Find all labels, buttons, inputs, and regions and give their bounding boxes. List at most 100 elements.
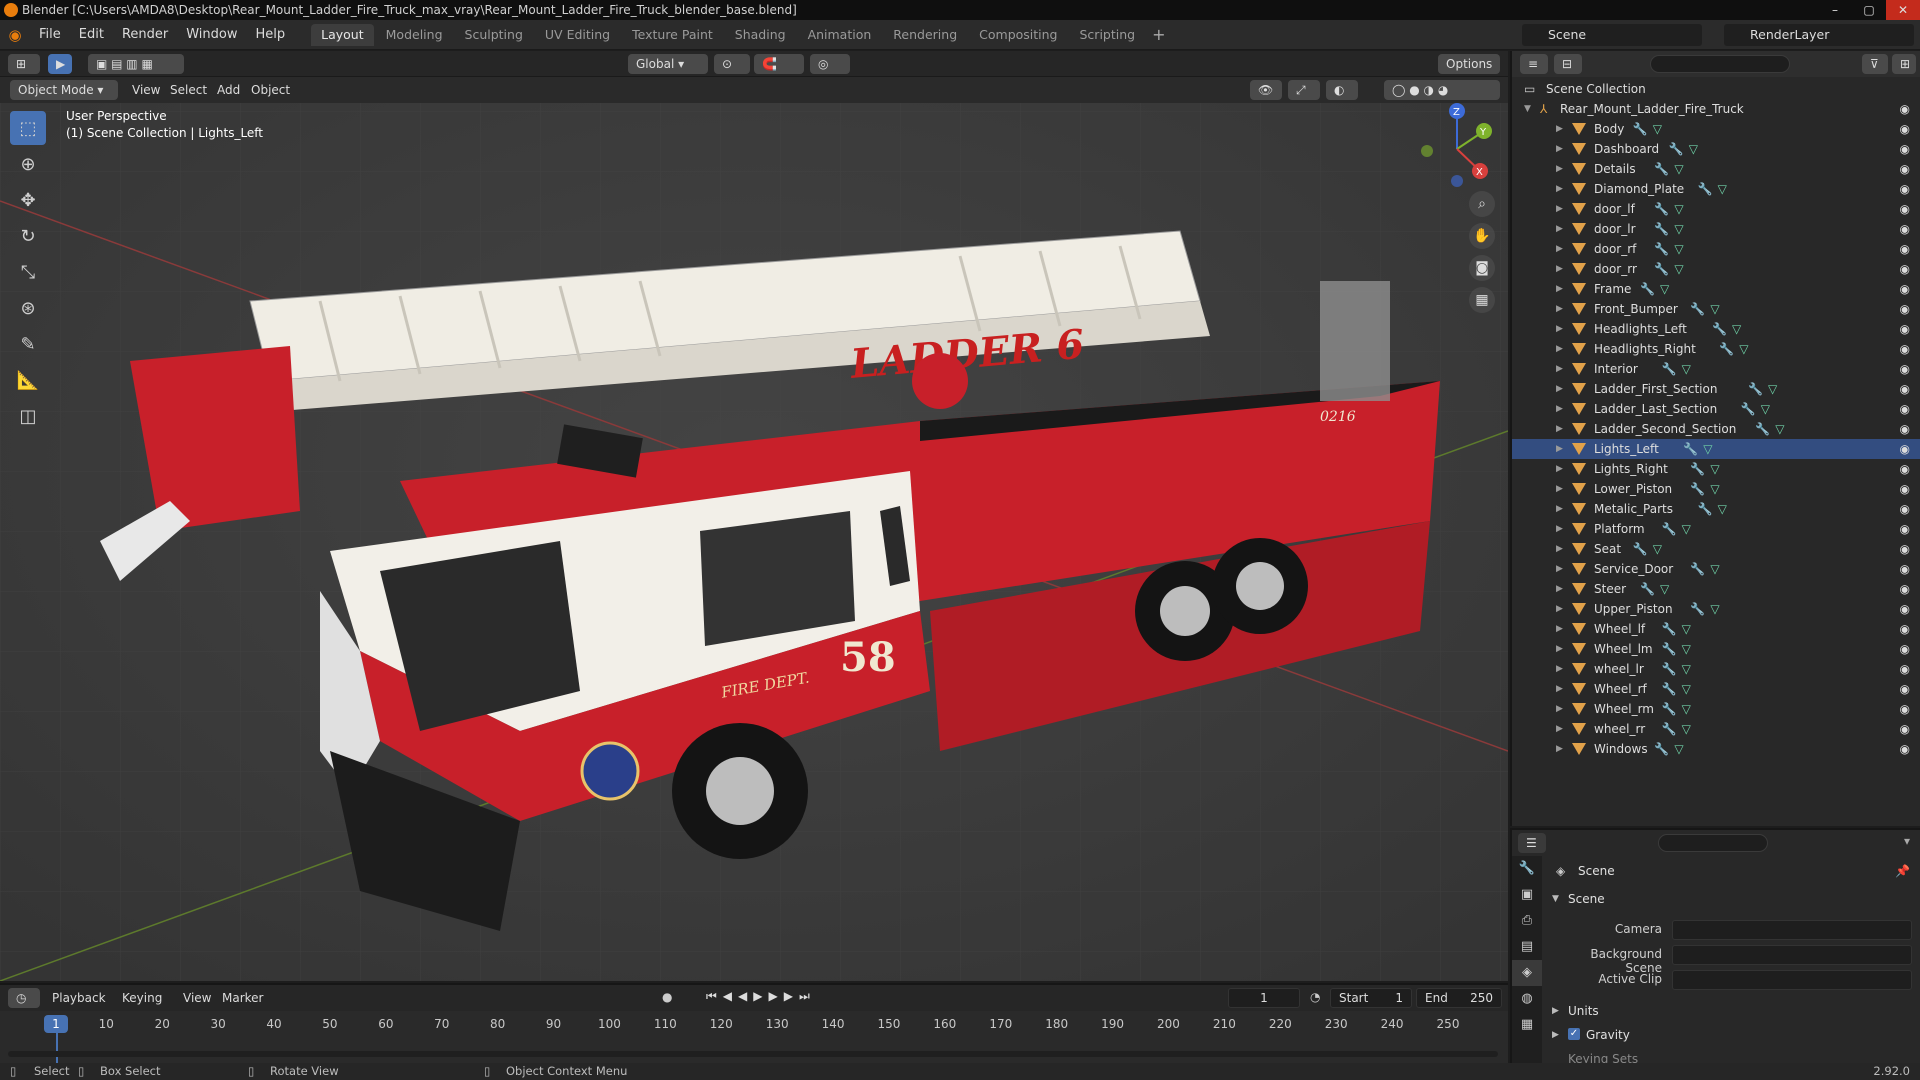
timeline-scrollbar[interactable]: [8, 1051, 1498, 1057]
outliner-row[interactable]: ▶ wheel_lr 🔧 ▽ ◉: [1512, 659, 1920, 679]
mesh-data-icon[interactable]: ▽: [1682, 719, 1691, 739]
visibility-eye-icon[interactable]: ◉: [1900, 159, 1910, 179]
zoom-icon[interactable]: ⌕: [1469, 191, 1495, 217]
modifier-wrench-icon[interactable]: 🔧: [1654, 159, 1669, 179]
camera-view-icon[interactable]: ◙: [1469, 255, 1495, 281]
outliner-row[interactable]: ▶ door_rf 🔧 ▽ ◉: [1512, 239, 1920, 259]
mesh-data-icon[interactable]: ▽: [1718, 499, 1727, 519]
expand-triangle-icon[interactable]: ▶: [1556, 499, 1563, 519]
close-button[interactable]: ✕: [1886, 0, 1920, 20]
modifier-wrench-icon[interactable]: 🔧: [1640, 579, 1655, 599]
visibility-eye-icon[interactable]: ◉: [1900, 99, 1910, 119]
tab-modeling[interactable]: Modeling: [376, 24, 453, 46]
tab-layout[interactable]: Layout: [311, 23, 374, 46]
modifier-wrench-icon[interactable]: 🔧: [1654, 239, 1669, 259]
menu-select[interactable]: Select: [170, 77, 207, 103]
mesh-data-icon[interactable]: ▽: [1710, 459, 1719, 479]
mesh-data-icon[interactable]: ▽: [1761, 399, 1770, 419]
outliner-row[interactable]: ▶ Dashboard 🔧 ▽ ◉: [1512, 139, 1920, 159]
gravity-checkbox[interactable]: ✓: [1568, 1028, 1580, 1040]
expand-triangle-icon[interactable]: ▶: [1556, 159, 1563, 179]
expand-triangle-icon[interactable]: ▶: [1556, 339, 1563, 359]
expand-triangle-icon[interactable]: ▶: [1556, 139, 1563, 159]
outliner-row[interactable]: ▶ Ladder_First_Section 🔧 ▽ ◉: [1512, 379, 1920, 399]
outliner-row[interactable]: ▶ Frame 🔧 ▽ ◉: [1512, 279, 1920, 299]
outliner-row[interactable]: ▶ door_lr 🔧 ▽ ◉: [1512, 219, 1920, 239]
mesh-data-icon[interactable]: ▽: [1653, 119, 1662, 139]
modifier-wrench-icon[interactable]: 🔧: [1640, 279, 1655, 299]
editor-type-icon[interactable]: ⊞: [8, 54, 40, 74]
outliner-row[interactable]: ▶ Front_Bumper 🔧 ▽ ◉: [1512, 299, 1920, 319]
mesh-data-icon[interactable]: ▽: [1775, 419, 1784, 439]
modifier-wrench-icon[interactable]: 🔧: [1662, 359, 1677, 379]
visibility-eye-icon[interactable]: ◉: [1900, 239, 1910, 259]
pan-hand-icon[interactable]: ✋: [1469, 223, 1495, 249]
outliner-row[interactable]: ▶ Body 🔧 ▽ ◉: [1512, 119, 1920, 139]
modifier-wrench-icon[interactable]: 🔧: [1662, 619, 1677, 639]
visibility-eye-icon[interactable]: ◉: [1900, 379, 1910, 399]
mesh-data-icon[interactable]: ▽: [1674, 199, 1683, 219]
add-workspace-button[interactable]: +: [1146, 25, 1171, 44]
visibility-eye-icon[interactable]: ◉: [1900, 259, 1910, 279]
modifier-wrench-icon[interactable]: 🔧: [1662, 659, 1677, 679]
expand-triangle-icon[interactable]: ▶: [1556, 119, 1563, 139]
visibility-eye-icon[interactable]: ◉: [1900, 439, 1910, 459]
mesh-data-icon[interactable]: ▽: [1674, 739, 1683, 759]
playback-controls[interactable]: ⏮◀◀▶▶▶⏭: [706, 989, 816, 1004]
background-scene-field[interactable]: [1672, 945, 1912, 965]
visibility-eye-icon[interactable]: ◉: [1900, 599, 1910, 619]
camera-field[interactable]: [1672, 920, 1912, 940]
measure-tool-icon[interactable]: 📐: [10, 363, 46, 397]
visibility-icon[interactable]: 👁: [1250, 80, 1282, 100]
expand-triangle-icon[interactable]: ▶: [1556, 439, 1563, 459]
visibility-eye-icon[interactable]: ◉: [1900, 119, 1910, 139]
outliner-row[interactable]: ▶ Lights_Left 🔧 ▽ ◉: [1512, 439, 1920, 459]
outliner-row[interactable]: ▶ wheel_rr 🔧 ▽ ◉: [1512, 719, 1920, 739]
scene-selector[interactable]: Scene: [1522, 24, 1702, 46]
timeline-editor-icon[interactable]: ◷: [8, 988, 40, 1008]
menu-window[interactable]: Window: [177, 20, 246, 50]
select-mode-icon[interactable]: ▶: [48, 54, 72, 74]
mesh-data-icon[interactable]: ▽: [1768, 379, 1777, 399]
modifier-wrench-icon[interactable]: 🔧: [1719, 339, 1734, 359]
expand-triangle-icon[interactable]: ▶: [1556, 459, 1563, 479]
outliner-row[interactable]: ▶ Ladder_Second_Section 🔧 ▽ ◉: [1512, 419, 1920, 439]
visibility-eye-icon[interactable]: ◉: [1900, 459, 1910, 479]
mesh-data-icon[interactable]: ▽: [1732, 319, 1741, 339]
outliner-row[interactable]: ▶ Steer 🔧 ▽ ◉: [1512, 579, 1920, 599]
render-tab-icon[interactable]: ▣: [1512, 882, 1542, 908]
transform-tool-icon[interactable]: ⊛: [10, 291, 46, 325]
expand-triangle-icon[interactable]: ▶: [1556, 639, 1563, 659]
expand-triangle-icon[interactable]: ▶: [1556, 479, 1563, 499]
modifier-wrench-icon[interactable]: 🔧: [1683, 439, 1698, 459]
outliner-row[interactable]: ▶ Upper_Piston 🔧 ▽ ◉: [1512, 599, 1920, 619]
mesh-data-icon[interactable]: ▽: [1682, 359, 1691, 379]
outliner-row[interactable]: ▶ Lower_Piston 🔧 ▽ ◉: [1512, 479, 1920, 499]
modifier-wrench-icon[interactable]: 🔧: [1633, 539, 1648, 559]
mesh-data-icon[interactable]: ▽: [1710, 479, 1719, 499]
outliner-row[interactable]: ▶ Wheel_lm 🔧 ▽ ◉: [1512, 639, 1920, 659]
menu-timeline-view[interactable]: View: [183, 985, 211, 1011]
mesh-data-icon[interactable]: ▽: [1739, 339, 1748, 359]
units-expand-icon[interactable]: ▶: [1552, 1006, 1559, 1016]
mesh-data-icon[interactable]: ▽: [1710, 299, 1719, 319]
visibility-eye-icon[interactable]: ◉: [1900, 359, 1910, 379]
add-cube-tool-icon[interactable]: ◫: [10, 399, 46, 433]
clock-icon[interactable]: ◔: [1310, 990, 1320, 1004]
outliner-row[interactable]: ▶ Seat 🔧 ▽ ◉: [1512, 539, 1920, 559]
mesh-data-icon[interactable]: ▽: [1674, 159, 1683, 179]
expand-triangle-icon[interactable]: ▶: [1556, 359, 1563, 379]
visibility-eye-icon[interactable]: ◉: [1900, 519, 1910, 539]
modifier-wrench-icon[interactable]: 🔧: [1669, 139, 1684, 159]
modifier-wrench-icon[interactable]: 🔧: [1698, 179, 1713, 199]
record-icon[interactable]: ●: [662, 990, 672, 1004]
overlay-toggle-icon[interactable]: ◐: [1326, 80, 1358, 100]
mesh-data-icon[interactable]: ▽: [1682, 679, 1691, 699]
outliner-row[interactable]: ▶ Windows 🔧 ▽ ◉: [1512, 739, 1920, 759]
expand-triangle-icon[interactable]: ▶: [1556, 299, 1563, 319]
rotate-tool-icon[interactable]: ↻: [10, 219, 46, 253]
filter-icon[interactable]: ⊽: [1862, 54, 1888, 74]
tab-sculpting[interactable]: Sculpting: [455, 24, 533, 46]
mesh-data-icon[interactable]: ▽: [1682, 659, 1691, 679]
visibility-eye-icon[interactable]: ◉: [1900, 559, 1910, 579]
